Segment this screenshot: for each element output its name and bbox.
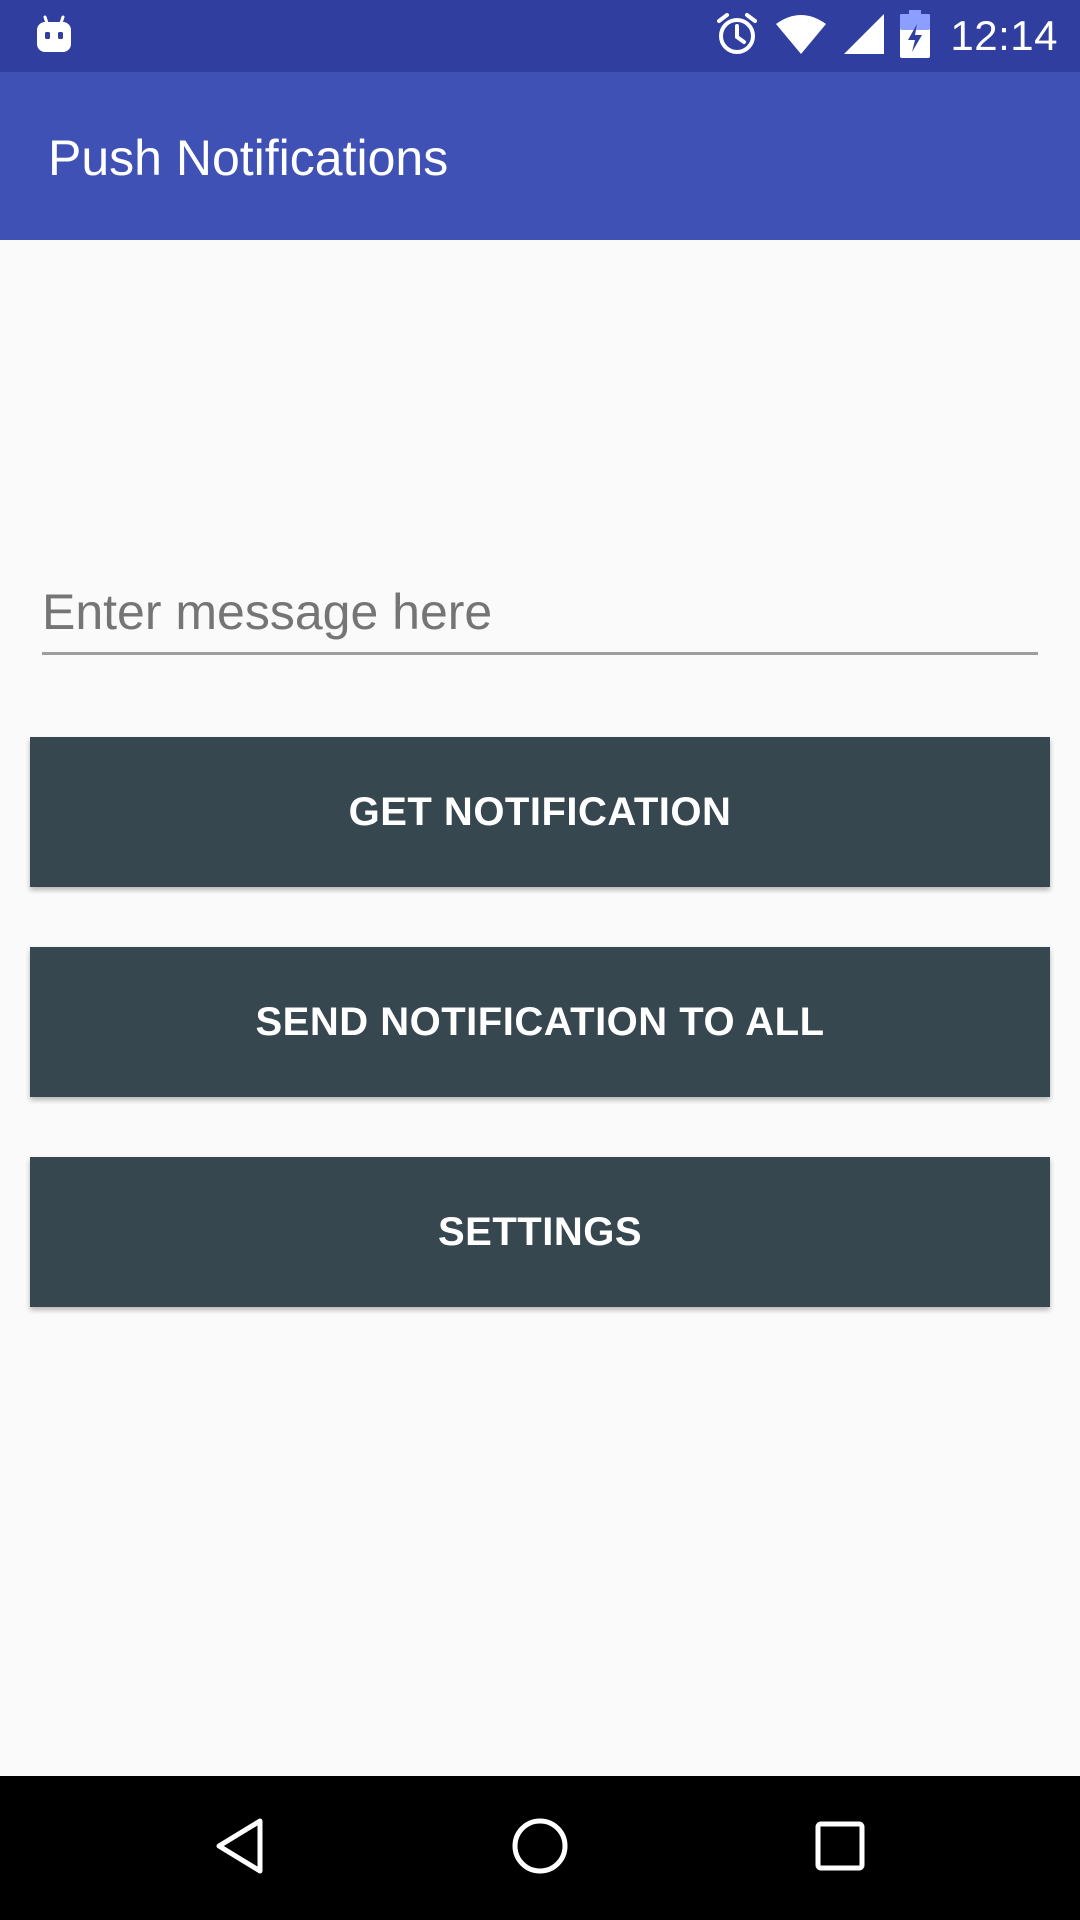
android-debug-icon <box>34 14 74 54</box>
recents-button[interactable] <box>800 1812 880 1884</box>
battery-charging-icon <box>900 9 931 63</box>
app-bar: Push Notifications <box>0 72 1080 240</box>
wifi-icon <box>774 12 828 61</box>
page-title: Push Notifications <box>48 130 449 186</box>
get-notification-button[interactable]: GET NOTIFICATION <box>30 737 1050 887</box>
status-bar: 12:14 <box>0 0 1080 72</box>
home-button[interactable] <box>500 1812 580 1884</box>
cell-signal-icon <box>842 12 886 61</box>
navigation-bar <box>0 1776 1080 1920</box>
recents-icon <box>813 1819 867 1878</box>
main-content: GET NOTIFICATION SEND NOTIFICATION TO AL… <box>0 240 1080 1776</box>
message-input[interactable] <box>42 572 1038 655</box>
settings-button[interactable]: SETTINGS <box>30 1157 1050 1307</box>
app-screen: 12:14 Push Notifications GET NOTIFICATIO… <box>0 0 1080 1920</box>
send-notification-to-all-button[interactable]: SEND NOTIFICATION TO ALL <box>30 947 1050 1097</box>
status-icons: 12:14 <box>714 0 1058 72</box>
status-time: 12:14 <box>950 12 1058 59</box>
back-button[interactable] <box>200 1812 280 1884</box>
back-icon <box>212 1816 268 1881</box>
home-icon <box>510 1816 570 1881</box>
alarm-icon <box>714 11 760 62</box>
